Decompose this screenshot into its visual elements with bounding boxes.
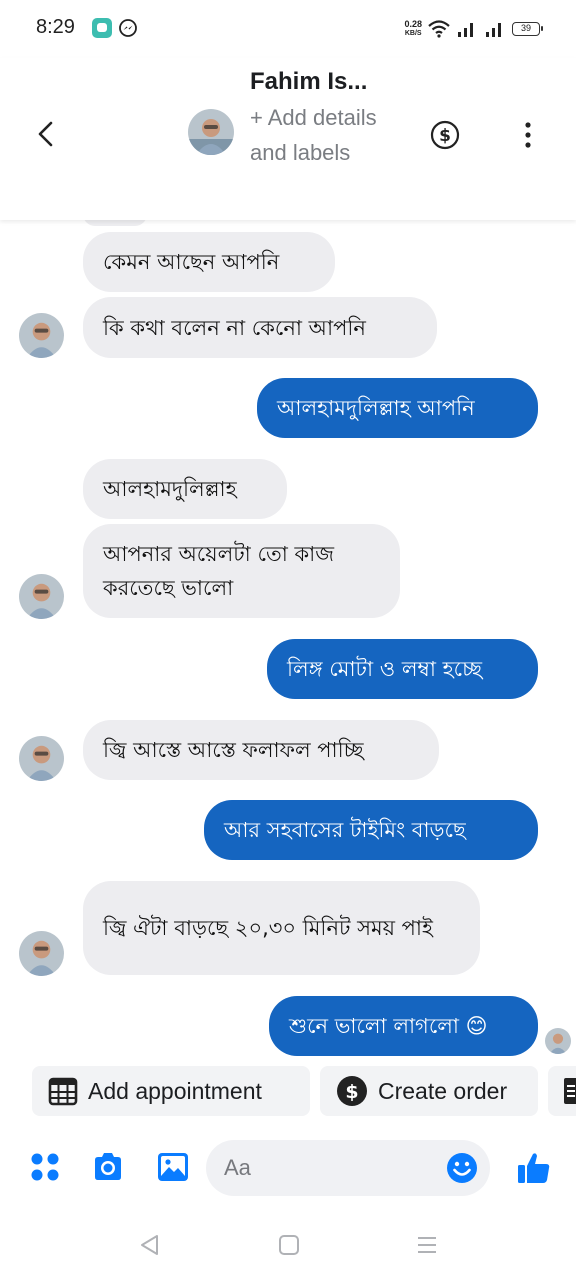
more-options-button[interactable]	[516, 120, 540, 150]
camera-button[interactable]	[91, 1150, 125, 1184]
message-composer	[0, 1132, 576, 1204]
camera-icon	[95, 1153, 121, 1180]
four-dots-icon	[31, 1153, 59, 1181]
system-navigation-bar	[0, 1212, 576, 1280]
message-bubble[interactable]: আলহামদুলিল্লাহ	[83, 459, 287, 519]
like-button[interactable]	[516, 1150, 550, 1184]
messenger-notification-icon	[118, 18, 138, 38]
quick-actions-bar: Add appointment $ Create order	[0, 1060, 576, 1122]
more-actions-chip[interactable]	[548, 1066, 576, 1116]
message-bubble-partial[interactable]	[83, 220, 147, 226]
message-input[interactable]	[224, 1140, 444, 1196]
signal-icon-sim2	[486, 23, 501, 37]
dollar-circle-icon: $	[337, 1076, 367, 1106]
contact-avatar-small[interactable]	[19, 313, 64, 358]
message-bubble[interactable]: আর সহবাসের টাইমিং বাড়ছে	[204, 800, 538, 860]
nav-back-button[interactable]	[137, 1232, 163, 1258]
more-actions-button[interactable]	[28, 1150, 62, 1184]
nav-back-icon	[141, 1235, 158, 1255]
message-bubble[interactable]: কি কথা বলেন না কেনো আপনি	[83, 297, 437, 358]
message-bubble[interactable]: জ্বি আস্তে আস্তে ফলাফল পাচ্ছি	[83, 720, 439, 780]
svg-text:$: $	[439, 126, 451, 146]
menu-dots-icon	[564, 1078, 576, 1104]
message-bubble[interactable]: আপনার অয়েলটা তো কাজ করতেছে ভালো	[83, 524, 400, 618]
create-order-button[interactable]: $ Create order	[320, 1066, 538, 1116]
gallery-icon	[158, 1153, 188, 1181]
status-bar: 8:29 0.28 KB/S 39	[0, 0, 576, 58]
nav-home-button[interactable]	[276, 1232, 302, 1258]
payment-button[interactable]: $	[430, 120, 460, 150]
dollar-icon: $	[430, 120, 460, 150]
contact-avatar-small[interactable]	[19, 574, 64, 619]
contact-name[interactable]: Fahim Is...	[250, 68, 367, 96]
wifi-icon	[428, 20, 450, 38]
chat-app-notification-icon	[92, 18, 112, 38]
message-bubble[interactable]: জ্বি ঐটা বাড়ছে ২০,৩০ মিনিট সময় পাই	[83, 881, 480, 975]
nav-recents-button[interactable]	[414, 1232, 440, 1258]
add-appointment-label: Add appointment	[88, 1077, 262, 1104]
contact-avatar-small[interactable]	[19, 736, 64, 781]
contact-avatar-small[interactable]	[19, 931, 64, 976]
battery-indicator: 39	[512, 22, 543, 36]
svg-text:$: $	[345, 1081, 358, 1103]
message-input-field[interactable]	[206, 1140, 490, 1196]
message-bubble[interactable]: শুনে ভালো লাগলো 😊	[269, 996, 538, 1056]
contact-avatar[interactable]	[188, 109, 234, 155]
create-order-label: Create order	[378, 1077, 508, 1104]
add-appointment-button[interactable]: Add appointment	[32, 1066, 310, 1116]
emoji-button[interactable]	[446, 1152, 478, 1184]
message-bubble[interactable]: লিঙ্গ মোটা ও লম্বা হচ্ছে	[267, 639, 538, 699]
network-speed: 0.28 KB/S	[404, 20, 422, 38]
nav-home-icon	[279, 1235, 299, 1255]
conversation-header: Fahim Is... + Add details and labels $	[0, 58, 576, 220]
back-button[interactable]	[30, 118, 62, 150]
thumbs-up-icon	[518, 1153, 550, 1183]
nav-recents-icon	[418, 1237, 436, 1253]
emoji-icon	[447, 1153, 477, 1183]
seen-receipt-avatar	[545, 1028, 571, 1054]
message-list[interactable]: কেমন আছেন আপনি কি কথা বলেন না কেনো আপনি …	[0, 220, 576, 1058]
gallery-button[interactable]	[156, 1150, 190, 1184]
signal-icon-sim1	[458, 23, 473, 37]
status-time: 8:29	[36, 16, 75, 38]
add-details-link[interactable]: + Add details and labels	[250, 100, 400, 170]
message-bubble[interactable]: আলহামদুলিল্লাহ আপনি	[257, 378, 538, 438]
network-speed-value: 0.28	[404, 19, 422, 29]
network-speed-unit: KB/S	[404, 30, 422, 37]
message-bubble[interactable]: কেমন আছেন আপনি	[83, 232, 335, 292]
calendar-icon	[48, 1077, 78, 1106]
more-vertical-icon	[525, 122, 531, 148]
back-arrow-icon	[38, 121, 53, 147]
status-indicators: 0.28 KB/S 39	[404, 16, 543, 42]
